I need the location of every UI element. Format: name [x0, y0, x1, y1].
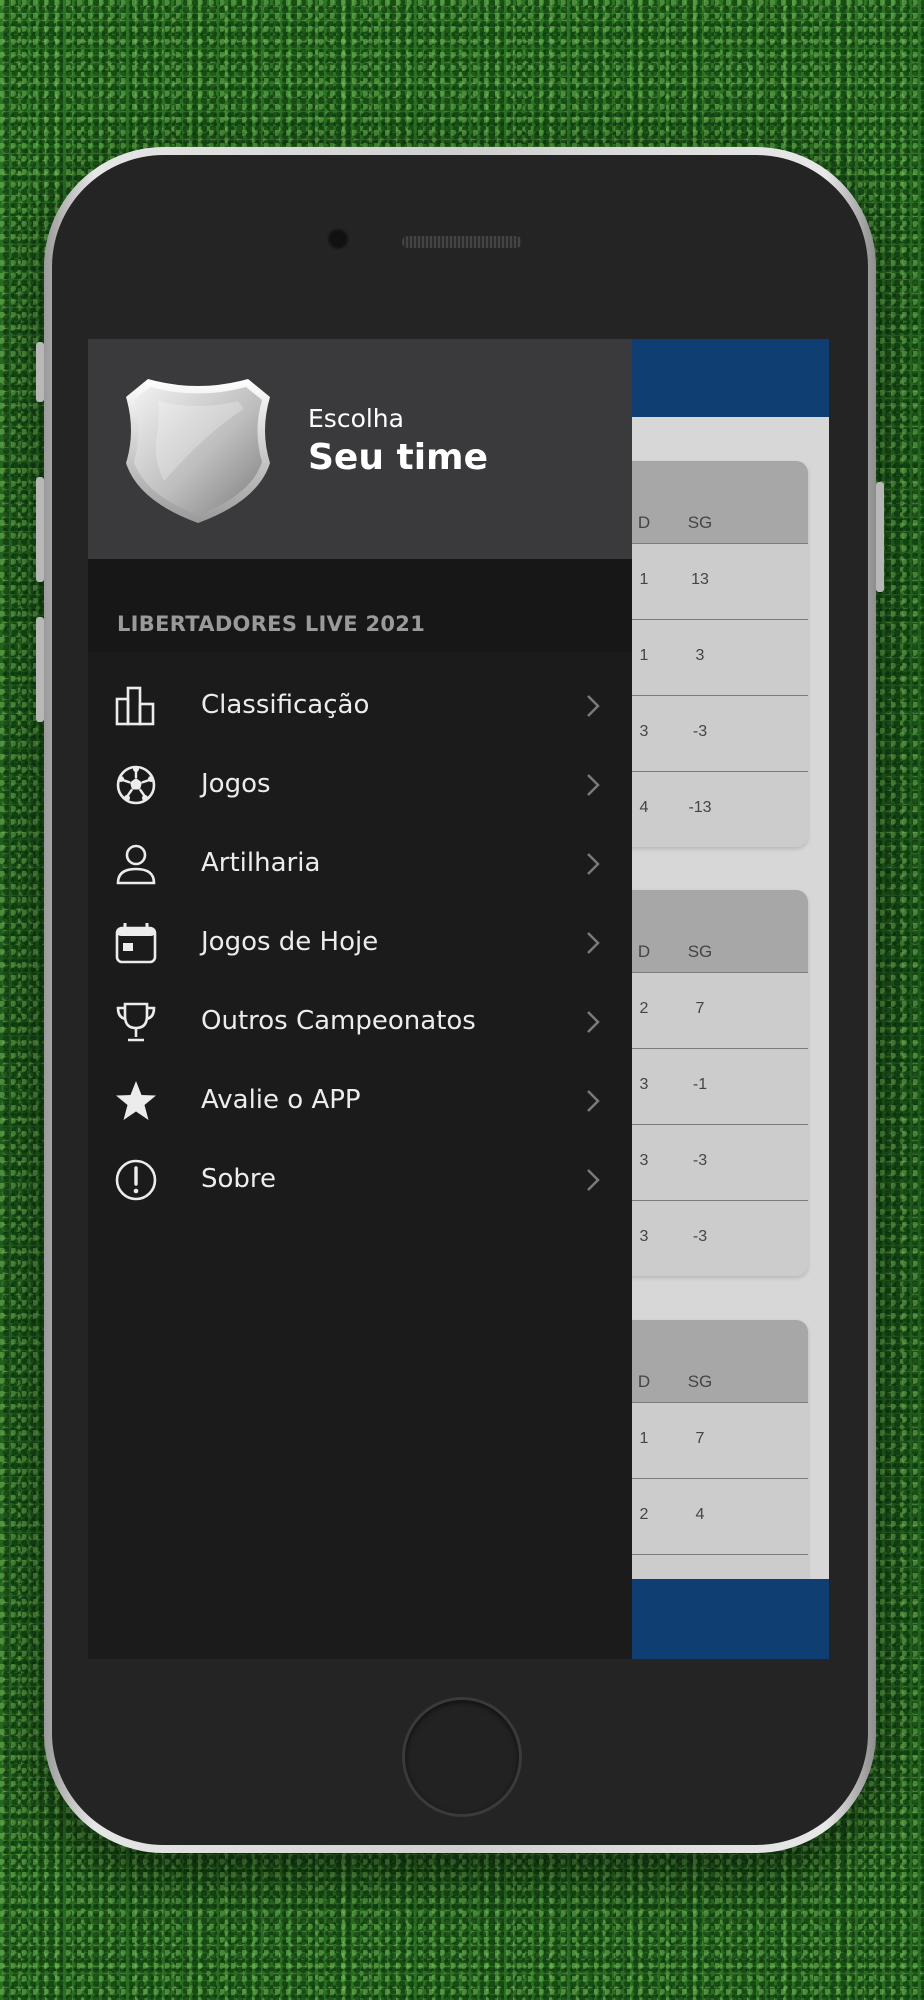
choose-team-title[interactable]: Seu time: [308, 437, 488, 478]
menu-item-sobre[interactable]: Sobre: [88, 1140, 632, 1219]
cell-sg: 13: [691, 571, 709, 588]
menu-item-artilharia[interactable]: Artilharia: [88, 824, 632, 903]
power-button: [876, 482, 884, 592]
menu-item-outros-campeonatos[interactable]: Outros Campeonatos: [88, 982, 632, 1061]
section-title: LIBERTADORES LIVE 2021: [117, 612, 426, 636]
column-sg-label: SG: [687, 1372, 713, 1391]
volume-down-button: [36, 477, 44, 582]
navigation-drawer: Escolha Seu time LIBERTADORES LIVE 2021 …: [88, 339, 632, 1659]
menu-label: Classificação: [201, 690, 370, 720]
cell-sg: -1: [692, 1076, 708, 1093]
menu-label: Artilharia: [201, 848, 321, 878]
soccer-ball-icon: [116, 765, 156, 805]
chevron-right-icon: [587, 1011, 600, 1033]
chevron-right-icon: [587, 774, 600, 796]
menu-item-jogos-de-hoje[interactable]: Jogos de Hoje: [88, 903, 632, 982]
bar-chart-icon: [115, 686, 155, 726]
cell-sg: -3: [692, 723, 708, 740]
home-button: [402, 1697, 522, 1817]
menu-label: Jogos de Hoje: [201, 927, 379, 957]
front-camera: [327, 228, 349, 250]
cell-sg: -3: [692, 1228, 708, 1245]
chevron-right-icon: [587, 932, 600, 954]
user-icon: [116, 844, 156, 885]
star-icon: [116, 1081, 156, 1120]
app-screen: E D SG 0113 313 23-3 14-13 E D SG 127 03…: [88, 339, 829, 1659]
calendar-icon: [115, 923, 157, 964]
chevron-right-icon: [587, 695, 600, 717]
menu-item-classificacao[interactable]: Classificação: [88, 666, 632, 745]
section-header: [88, 559, 632, 652]
cell-sg: 3: [695, 647, 705, 664]
volume-up-button: [36, 342, 44, 402]
drawer-menu: Classificação Jogos Artilharia Jogos de …: [88, 666, 632, 1219]
menu-label: Jogos: [201, 769, 271, 799]
info-icon: [115, 1159, 157, 1201]
mute-switch: [36, 617, 44, 722]
cell-sg: 7: [695, 1000, 705, 1017]
chevron-right-icon: [587, 1090, 600, 1112]
column-sg-label: SG: [687, 513, 713, 532]
chevron-right-icon: [587, 853, 600, 875]
trophy-icon: [116, 1002, 156, 1042]
menu-item-jogos[interactable]: Jogos: [88, 745, 632, 824]
cell-sg: -3: [692, 1152, 708, 1169]
cell-sg: 4: [695, 1506, 705, 1523]
cell-sg: -13: [688, 799, 712, 816]
chevron-right-icon: [587, 1169, 600, 1191]
cell-sg: 7: [695, 1430, 705, 1447]
menu-item-avalie-o-app[interactable]: Avalie o APP: [88, 1061, 632, 1140]
menu-label: Sobre: [201, 1164, 277, 1194]
header-subtitle: Escolha: [308, 404, 404, 433]
menu-label: Avalie o APP: [201, 1085, 361, 1115]
drawer-header[interactable]: Escolha Seu time: [88, 339, 632, 559]
team-shield-icon[interactable]: [118, 371, 278, 527]
column-sg-label: SG: [687, 942, 713, 961]
menu-label: Outros Campeonatos: [201, 1006, 476, 1036]
earpiece-speaker: [402, 236, 522, 248]
